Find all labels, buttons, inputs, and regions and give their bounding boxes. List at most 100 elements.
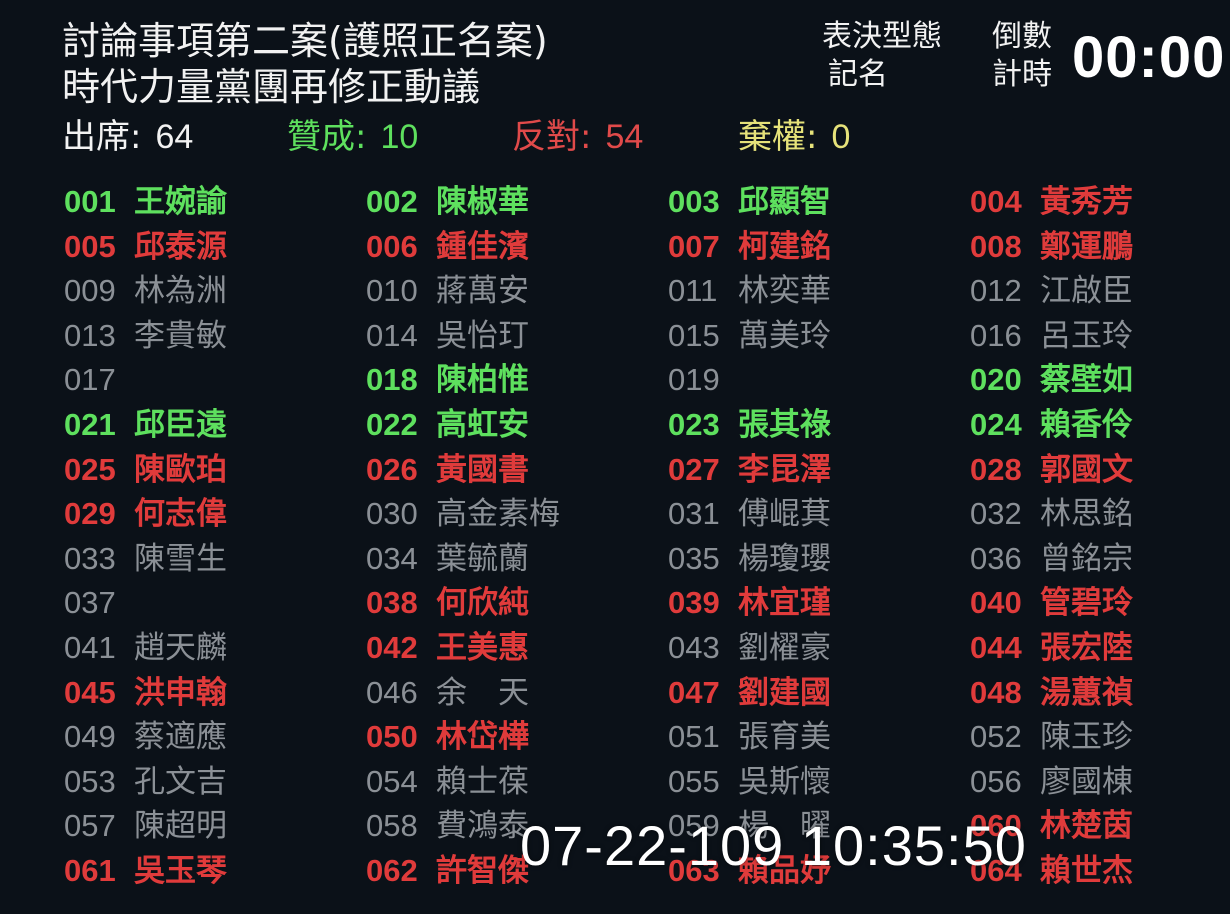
member-name: 何志偉 — [134, 496, 227, 533]
member-seat-number: 056 — [970, 763, 1022, 799]
member-name: 傅崐萁 — [738, 496, 831, 533]
member-seat-031: 031 傅崐萁 — [668, 492, 831, 536]
member-seat-034: 034 葉毓蘭 — [366, 537, 529, 581]
member-seat-008: 008 鄭運鵬 — [970, 225, 1133, 269]
member-name: 萬美玲 — [738, 317, 831, 354]
member-seat-032: 032 林思銘 — [970, 492, 1133, 536]
member-seat-number: 021 — [64, 407, 116, 442]
member-name: 林岱樺 — [436, 719, 529, 756]
member-name: 何欣純 — [436, 585, 529, 622]
member-name: 陳椒華 — [436, 184, 529, 220]
stat-no-value: 54 — [605, 118, 644, 156]
member-name: 賴世杰 — [1040, 853, 1133, 889]
member-name: 鍾佳濱 — [436, 228, 529, 265]
member-name: 黃國書 — [436, 451, 529, 488]
member-seat-number: 054 — [366, 763, 418, 799]
member-seat-number: 046 — [366, 674, 418, 710]
member-seat-022: 022 高虹安 — [366, 403, 529, 447]
member-seat-number: 009 — [64, 273, 116, 309]
member-name: 郭國文 — [1040, 451, 1133, 488]
member-seat-058: 058 費鴻泰 — [366, 804, 529, 848]
member-seat-044: 044 張宏陸 — [970, 626, 1133, 670]
member-name: 鄭運鵬 — [1040, 228, 1133, 265]
member-seat-011: 011 林奕華 — [668, 269, 831, 313]
countdown-panel: 倒數計時 00:00 — [992, 18, 1228, 102]
timestamp-overlay: 07-22-109 10:35:50 — [520, 814, 1027, 877]
member-seat-number: 043 — [668, 630, 720, 665]
member-seat-number: 031 — [668, 496, 720, 532]
member-name: 林為洲 — [134, 273, 227, 310]
member-seat-number: 050 — [366, 719, 418, 755]
member-seat-number: 018 — [366, 362, 418, 398]
member-seat-005: 005 邱泰源 — [64, 225, 227, 269]
member-seat-052: 052 陳玉珍 — [970, 715, 1133, 759]
member-seat-042: 042 王美惠 — [366, 626, 529, 670]
stat-present: 出席: 64 — [62, 112, 193, 162]
member-seat-026: 026 黃國書 — [366, 448, 529, 492]
member-name: 王美惠 — [436, 630, 529, 666]
stat-abstain-value: 0 — [831, 118, 851, 156]
member-seat-048: 048 湯蕙禎 — [970, 671, 1133, 715]
member-seat-number: 033 — [64, 540, 116, 576]
member-seat-036: 036 曾銘宗 — [970, 537, 1133, 581]
member-seat-number: 002 — [366, 184, 418, 219]
member-seat-number: 051 — [668, 719, 720, 755]
member-seat-025: 025 陳歐珀 — [64, 448, 227, 492]
member-name: 廖國棟 — [1040, 763, 1133, 800]
member-seat-number: 038 — [366, 585, 418, 621]
member-seat-024: 024 賴香伶 — [970, 403, 1133, 447]
member-name: 蔡適應 — [134, 719, 227, 756]
member-seat-number: 026 — [366, 451, 418, 487]
member-seat-number: 055 — [668, 763, 720, 799]
member-seat-number: 062 — [366, 853, 418, 888]
member-seat-number: 044 — [970, 630, 1022, 665]
member-name: 賴香伶 — [1040, 407, 1133, 443]
member-name: 陳歐珀 — [134, 451, 227, 488]
member-seat-039: 039 林宜瑾 — [668, 581, 831, 625]
member-seat-number: 032 — [970, 496, 1022, 532]
member-seat-number: 027 — [668, 451, 720, 487]
member-seat-001: 001 王婉諭 — [64, 180, 227, 224]
member-seat-number: 001 — [64, 184, 116, 219]
motion-title: 討論事項第二案(護照正名案) 時代力量黨團再修正動議 — [62, 18, 822, 110]
member-name: 邱顯智 — [738, 184, 831, 220]
member-seat-number: 015 — [668, 317, 720, 353]
member-seat-020: 020 蔡壁如 — [970, 358, 1133, 402]
member-name: 林楚茵 — [1040, 808, 1133, 845]
member-name: 劉建國 — [738, 674, 831, 711]
member-name: 張育美 — [738, 719, 831, 756]
stat-no: 反對: 54 — [512, 112, 643, 162]
vote-type-label: 表決型態 — [822, 19, 942, 54]
member-name: 洪申翰 — [134, 674, 227, 711]
member-seat-056: 056 廖國棟 — [970, 760, 1133, 804]
member-seat-055: 055 吳斯懷 — [668, 760, 831, 804]
member-name: 吳斯懷 — [738, 763, 831, 800]
stat-abstain-label: 棄權: — [738, 117, 818, 157]
member-name: 費鴻泰 — [436, 808, 529, 845]
member-seat-number: 057 — [64, 808, 116, 844]
member-seat-035: 035 楊瓊瓔 — [668, 537, 831, 581]
member-seat-number: 039 — [668, 585, 720, 621]
member-seat-049: 049 蔡適應 — [64, 715, 227, 759]
member-seat-027: 027 李昆澤 — [668, 448, 831, 492]
member-seat-number: 058 — [366, 808, 418, 844]
member-seat-018: 018 陳柏惟 — [366, 358, 529, 402]
member-name: 張其祿 — [738, 407, 831, 443]
vote-stats: 出席: 64 贊成: 10 反對: 54 棄權: 0 — [62, 112, 1162, 162]
stat-present-value: 64 — [155, 118, 194, 156]
member-seat-021: 021 邱臣遠 — [64, 403, 227, 447]
member-seat-number: 022 — [366, 407, 418, 442]
member-name: 曾銘宗 — [1040, 540, 1133, 577]
member-seat-046: 046 余 天 — [366, 671, 529, 715]
member-name: 吳玉琴 — [134, 853, 227, 889]
member-seat-007: 007 柯建銘 — [668, 225, 831, 269]
stat-present-label: 出席: — [62, 117, 142, 157]
member-name: 李昆澤 — [738, 451, 831, 488]
stat-yes-label: 贊成: — [287, 117, 367, 157]
member-seat-number: 052 — [970, 719, 1022, 755]
member-name: 余 天 — [436, 674, 529, 711]
member-seat-050: 050 林岱樺 — [366, 715, 529, 759]
member-seat-029: 029 何志偉 — [64, 492, 227, 536]
stat-no-label: 反對: — [512, 117, 592, 157]
member-name: 張宏陸 — [1040, 630, 1133, 666]
